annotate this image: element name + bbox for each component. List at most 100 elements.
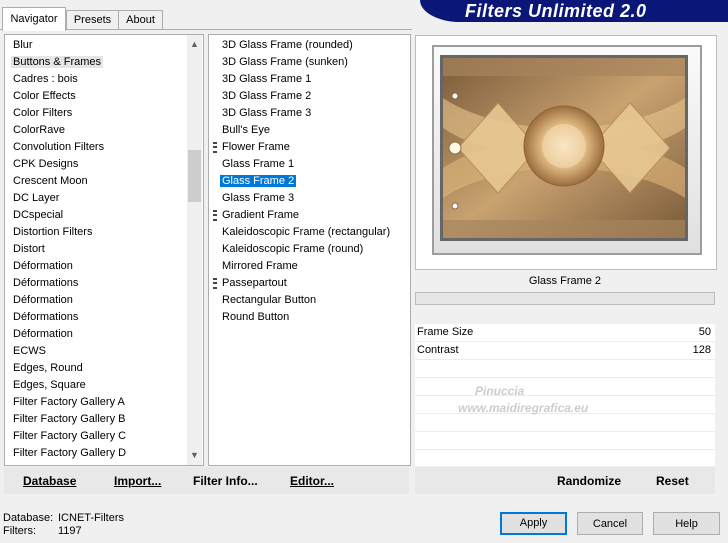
category-item[interactable]: Déformation	[11, 258, 75, 275]
reset-button[interactable]: Reset	[656, 473, 689, 489]
category-item-label: ECWS	[13, 345, 46, 357]
scroll-up-icon[interactable]: ▲	[187, 37, 202, 52]
category-scrollbar[interactable]: ▲ ▼	[187, 35, 202, 465]
category-list[interactable]: Blur Buttons & Frames Cadres : bois Color E…	[4, 34, 204, 466]
filter-item-label: Glass Frame 2	[220, 175, 297, 187]
app-title: Filters Unlimited 2.0	[465, 1, 647, 21]
category-item[interactable]: Distortion Filters	[11, 224, 94, 241]
filter-item[interactable]: 3D Glass Frame 2	[220, 88, 313, 105]
filter-item[interactable]: 3D Glass Frame 1	[220, 71, 313, 88]
category-item[interactable]: Convolution Filters	[11, 139, 106, 156]
category-item[interactable]: Déformation	[11, 292, 75, 309]
category-item[interactable]: DC Layer	[11, 190, 61, 207]
database-value: ICNET-Filters	[58, 512, 124, 524]
category-item-label: Filter Factory Gallery B	[13, 413, 126, 425]
param-frame-size-slider[interactable]: Frame Size 50	[415, 324, 715, 341]
category-item[interactable]: Filter Factory Gallery A	[11, 394, 127, 411]
filter-item-label: Glass Frame 1	[222, 158, 295, 170]
left-command-bar: Database Import... Filter Info... Editor…	[4, 467, 409, 494]
editor-button[interactable]: Editor...	[290, 473, 334, 489]
category-item[interactable]: Déformations	[11, 275, 80, 292]
param-label: Frame Size	[417, 326, 474, 338]
filter-item-label: Gradient Frame	[222, 209, 300, 221]
category-item[interactable]: DCspecial	[11, 207, 65, 224]
apply-button[interactable]: Apply	[500, 512, 567, 535]
param-value: 128	[692, 344, 711, 356]
param-value: 50	[698, 326, 711, 338]
filter-group-item[interactable]: Gradient Frame	[220, 207, 301, 224]
filter-item[interactable]: 3D Glass Frame 3	[220, 105, 313, 122]
tab-presets[interactable]: Presets	[66, 10, 119, 30]
filter-item-label: 3D Glass Frame (sunken)	[222, 56, 348, 68]
filter-item-label: Round Button	[222, 311, 290, 323]
filter-item-label: Passepartout	[222, 277, 287, 289]
param-contrast-slider[interactable]: Contrast 128	[415, 342, 715, 359]
category-item[interactable]: Color Filters	[11, 105, 74, 122]
filter-info-button[interactable]: Filter Info...	[193, 473, 258, 489]
filter-item-label: Kaleidoscopic Frame (rectangular)	[222, 226, 391, 238]
filter-item-label: 3D Glass Frame 2	[222, 90, 312, 102]
category-item[interactable]: Filter Factory Gallery D	[11, 445, 128, 462]
randomize-button[interactable]: Randomize	[557, 473, 621, 489]
grid-line	[415, 395, 715, 396]
category-item-label: Déformation	[13, 328, 73, 340]
category-item[interactable]: Color Effects	[11, 88, 78, 105]
category-item-label: Cadres : bois	[13, 73, 78, 85]
filter-group-item[interactable]: Flower Frame	[220, 139, 292, 156]
category-item[interactable]: Blur	[11, 37, 35, 54]
group-marker-icon	[213, 142, 217, 153]
category-item[interactable]: Déformation	[11, 326, 75, 343]
category-item-label: Filter Factory Gallery A	[13, 396, 125, 408]
category-item[interactable]: Cadres : bois	[11, 71, 80, 88]
database-button[interactable]: Database	[23, 473, 76, 489]
filter-item[interactable]: Glass Frame 1	[220, 156, 296, 173]
filter-item[interactable]: Glass Frame 2	[220, 173, 297, 190]
grid-line	[415, 359, 715, 360]
category-item-label: Distortion Filters	[13, 226, 93, 238]
category-item[interactable]: Buttons & Frames	[11, 54, 104, 71]
preview-filter-name: Glass Frame 2	[528, 275, 602, 287]
filter-item[interactable]: Bull's Eye	[220, 122, 272, 139]
category-item[interactable]: Filter Factory Gallery B	[11, 411, 127, 428]
category-item[interactable]: Distort	[11, 241, 47, 258]
filter-item-label: 3D Glass Frame 1	[222, 73, 312, 85]
filter-item[interactable]: Kaleidoscopic Frame (rectangular)	[220, 224, 392, 241]
cancel-button[interactable]: Cancel	[577, 512, 643, 535]
tab-about[interactable]: About	[118, 10, 163, 30]
filter-item[interactable]: Kaleidoscopic Frame (round)	[220, 241, 365, 258]
help-button[interactable]: Help	[653, 512, 720, 535]
category-item-label: Color Filters	[13, 107, 73, 119]
grid-line	[415, 431, 715, 432]
category-item[interactable]: Déformations	[11, 309, 80, 326]
filter-item-label: 3D Glass Frame 3	[222, 107, 312, 119]
category-item[interactable]: Edges, Square	[11, 377, 88, 394]
tab-navigator[interactable]: Navigator	[2, 7, 66, 31]
category-item[interactable]: ColorRave	[11, 122, 67, 139]
scrollbar-thumb[interactable]	[188, 150, 201, 202]
category-item-label: Filter Factory Gallery E	[11, 464, 127, 465]
filter-group-item[interactable]: Passepartout	[220, 275, 289, 292]
import-button[interactable]: Import...	[114, 473, 161, 489]
progress-bar	[415, 292, 715, 305]
filter-item[interactable]: Mirrored Frame	[220, 258, 300, 275]
category-items: Blur Buttons & Frames Cadres : bois Color E…	[11, 37, 191, 465]
category-item[interactable]: ECWS	[11, 343, 48, 360]
category-item[interactable]: Edges, Round	[11, 360, 85, 377]
category-item[interactable]: CPK Designs	[11, 156, 80, 173]
filter-item-label: Mirrored Frame	[222, 260, 298, 272]
category-item-label: Filter Factory Gallery C	[13, 430, 127, 442]
filter-item[interactable]: 3D Glass Frame (rounded)	[220, 37, 355, 54]
filter-item[interactable]: 3D Glass Frame (sunken)	[220, 54, 350, 71]
filter-items: 3D Glass Frame (rounded) 3D Glass Frame (…	[209, 37, 409, 337]
category-item[interactable]: Filter Factory Gallery C	[11, 428, 128, 445]
filter-item[interactable]: Glass Frame 3	[220, 190, 296, 207]
preview-image	[440, 55, 688, 241]
filter-item[interactable]: Rectangular Button	[220, 292, 318, 309]
scroll-down-icon[interactable]: ▼	[187, 448, 202, 463]
category-item-label: DC Layer	[13, 192, 60, 204]
category-item[interactable]: Filter Factory Gallery E	[11, 462, 127, 465]
filter-list[interactable]: 3D Glass Frame (rounded) 3D Glass Frame (…	[208, 34, 411, 466]
category-item[interactable]: Crescent Moon	[11, 173, 90, 190]
filter-item[interactable]: Round Button	[220, 309, 291, 326]
category-item-label: CPK Designs	[13, 158, 79, 170]
